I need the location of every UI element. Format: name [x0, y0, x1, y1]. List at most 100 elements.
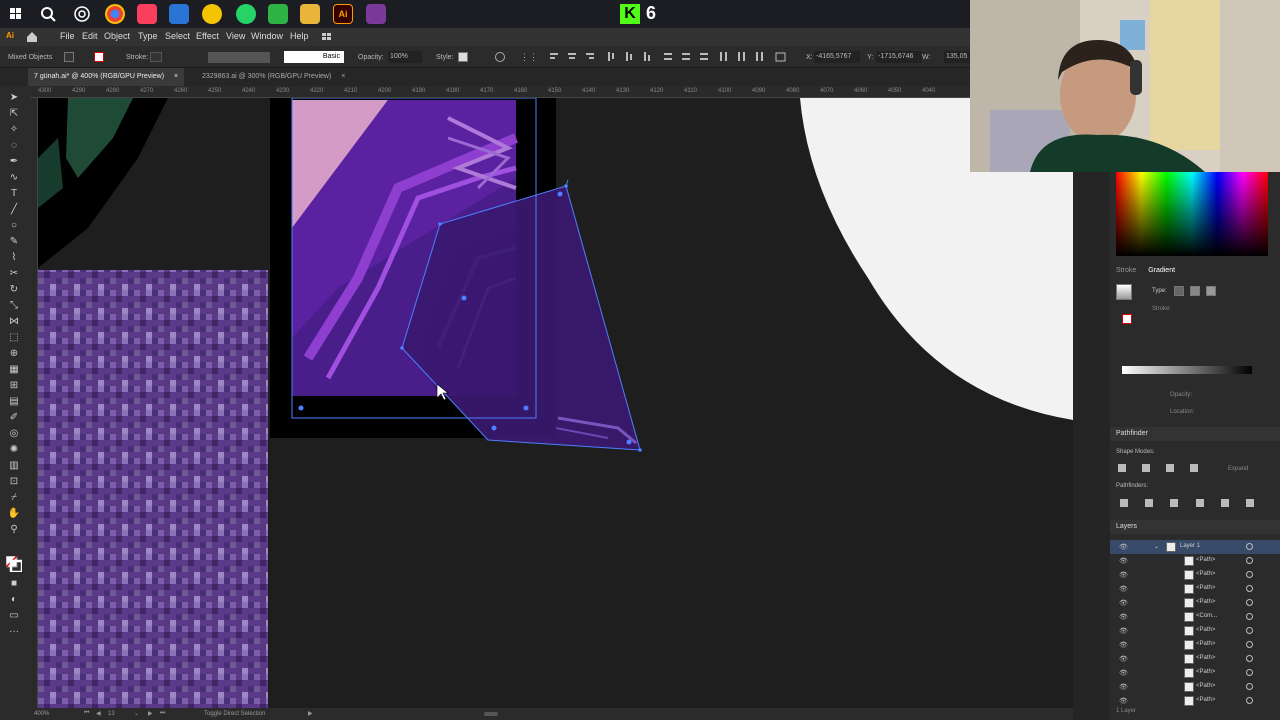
- target-icon[interactable]: [1246, 613, 1253, 620]
- search-icon[interactable]: [38, 4, 58, 24]
- stroke-swatch[interactable]: [94, 52, 104, 62]
- layer-list-item[interactable]: 👁 <Path>: [1110, 582, 1280, 596]
- linear-gradient-button[interactable]: [1174, 286, 1184, 296]
- shaper-icon[interactable]: ⌇: [7, 252, 21, 264]
- layer-list-item[interactable]: 👁 <Path>: [1110, 638, 1280, 652]
- layer-list-item[interactable]: 👁 <Path>: [1110, 680, 1280, 694]
- radial-gradient-button[interactable]: [1190, 286, 1200, 296]
- chrome-icon[interactable]: [105, 4, 125, 24]
- file-explorer-icon[interactable]: [300, 4, 320, 24]
- target-icon[interactable]: [1246, 641, 1253, 648]
- eye-icon[interactable]: 👁: [1119, 543, 1128, 551]
- menu-type[interactable]: Type: [138, 31, 158, 41]
- eye-icon[interactable]: 👁: [1119, 655, 1128, 663]
- menu-file[interactable]: File: [60, 31, 75, 41]
- recolor-icon[interactable]: [495, 52, 505, 62]
- menu-window[interactable]: Window: [251, 31, 283, 41]
- artboard-number[interactable]: 13: [108, 711, 115, 717]
- zoom-level[interactable]: 400%: [34, 711, 49, 717]
- music-icon[interactable]: [137, 4, 157, 24]
- x-field[interactable]: -4165,5767: [814, 51, 860, 63]
- screen-mode-icon[interactable]: ▭: [7, 610, 21, 622]
- eye-icon[interactable]: 👁: [1119, 599, 1128, 607]
- brush-definition[interactable]: Basic: [284, 51, 344, 63]
- lasso-icon[interactable]: ◌: [7, 140, 21, 152]
- layer-list-item[interactable]: 👁 <Com...: [1110, 610, 1280, 624]
- eye-icon[interactable]: 👁: [1119, 613, 1128, 621]
- layer-list-item[interactable]: 👁 <Path>: [1110, 694, 1280, 708]
- target-icon[interactable]: [1246, 599, 1253, 606]
- eye-icon[interactable]: 👁: [1119, 697, 1128, 705]
- eye-icon[interactable]: 👁: [1119, 641, 1128, 649]
- artboard-tool-icon[interactable]: ⊡: [7, 476, 21, 488]
- expand-button[interactable]: Expand: [1228, 466, 1248, 472]
- artboard-menu-icon[interactable]: ⌄: [134, 710, 139, 717]
- line-tool-icon[interactable]: ╱: [7, 204, 21, 216]
- symbol-sprayer-icon[interactable]: ✺: [7, 444, 21, 456]
- align-grid-icon[interactable]: ⋮⋮: [520, 52, 538, 62]
- layer-list-item[interactable]: 👁 <Path>: [1110, 554, 1280, 568]
- free-transform-icon[interactable]: ⬚: [7, 332, 21, 344]
- next-artboard-icon[interactable]: ▶: [148, 710, 153, 717]
- freeform-gradient-button[interactable]: [1206, 286, 1216, 296]
- layer-list-item[interactable]: 👁 <Path>: [1110, 666, 1280, 680]
- scissors-icon[interactable]: ✂: [7, 268, 21, 280]
- last-artboard-icon[interactable]: ⏭: [160, 710, 165, 717]
- texture-image[interactable]: [38, 270, 268, 708]
- winrar-icon[interactable]: [366, 4, 386, 24]
- menu-object[interactable]: Object: [104, 31, 130, 41]
- target-icon[interactable]: [1246, 543, 1253, 550]
- norton-icon[interactable]: [202, 4, 222, 24]
- slice-tool-icon[interactable]: ⌿: [7, 492, 21, 504]
- gradient-slider[interactable]: [1122, 366, 1252, 374]
- menu-view[interactable]: View: [226, 31, 245, 41]
- more-tools-icon[interactable]: ···: [7, 626, 21, 638]
- close-icon[interactable]: ×: [174, 73, 178, 80]
- eyedropper-icon[interactable]: ✐: [7, 412, 21, 424]
- color-spectrum[interactable]: [1116, 172, 1268, 256]
- tab-gradient[interactable]: Gradient: [1148, 267, 1175, 274]
- horizontal-scrollbar[interactable]: [484, 712, 498, 716]
- layer-list-item[interactable]: 👁 <Path>: [1110, 596, 1280, 610]
- perspective-grid-icon[interactable]: ▦: [7, 364, 21, 376]
- pathfinder-buttons[interactable]: [1116, 497, 1266, 509]
- target-icon[interactable]: [1246, 697, 1253, 704]
- close-icon[interactable]: ×: [341, 73, 345, 80]
- tab-stroke[interactable]: Stroke: [1116, 267, 1136, 274]
- eye-icon[interactable]: 👁: [1119, 585, 1128, 593]
- mail-icon[interactable]: [169, 4, 189, 24]
- chevron-down-icon[interactable]: ⌄: [1154, 543, 1159, 550]
- blend-icon[interactable]: ◎: [7, 428, 21, 440]
- layer-row[interactable]: 👁 ⌄ Layer 1: [1110, 540, 1280, 554]
- menu-edit[interactable]: Edit: [82, 31, 98, 41]
- layer-list-item[interactable]: 👁 <Path>: [1110, 568, 1280, 582]
- draw-mode-icon[interactable]: ◐: [7, 594, 21, 606]
- rotate-icon[interactable]: ↻: [7, 284, 21, 296]
- direct-selection-tool-icon[interactable]: ⇱: [7, 108, 21, 120]
- hand-tool-icon[interactable]: ✋: [7, 508, 21, 520]
- target-icon[interactable]: [1246, 683, 1253, 690]
- stroke-none-swatch[interactable]: [1122, 314, 1132, 324]
- paintbrush-icon[interactable]: ✎: [7, 236, 21, 248]
- shape-builder-icon[interactable]: ⊕: [7, 348, 21, 360]
- target-icon[interactable]: [1246, 557, 1253, 564]
- first-artboard-icon[interactable]: ⏮: [84, 710, 89, 717]
- zoom-tool-icon[interactable]: ⚲: [7, 524, 21, 536]
- layer-list-item[interactable]: 👁 <Path>: [1110, 624, 1280, 638]
- y-field[interactable]: -1715,6746: [876, 51, 922, 63]
- width-tool-icon[interactable]: ⋈: [7, 316, 21, 328]
- layer-list-item[interactable]: 👁 <Path>: [1110, 652, 1280, 666]
- target-icon[interactable]: [1246, 571, 1253, 578]
- menu-help[interactable]: Help: [290, 31, 309, 41]
- tab-active-document[interactable]: 7 günah.ai* @ 400% (RGB/GPU Preview) ×: [28, 68, 185, 86]
- workspace-switcher-icon[interactable]: [322, 32, 340, 42]
- status-menu-icon[interactable]: ▶: [308, 710, 313, 717]
- chatgpt-icon[interactable]: [72, 4, 92, 24]
- menu-effect[interactable]: Effect: [196, 31, 219, 41]
- scale-icon[interactable]: ⤡: [7, 300, 21, 312]
- eye-icon[interactable]: 👁: [1119, 683, 1128, 691]
- target-icon[interactable]: [1246, 585, 1253, 592]
- store-icon[interactable]: [268, 4, 288, 24]
- target-icon[interactable]: [1246, 669, 1253, 676]
- eye-icon[interactable]: 👁: [1119, 627, 1128, 635]
